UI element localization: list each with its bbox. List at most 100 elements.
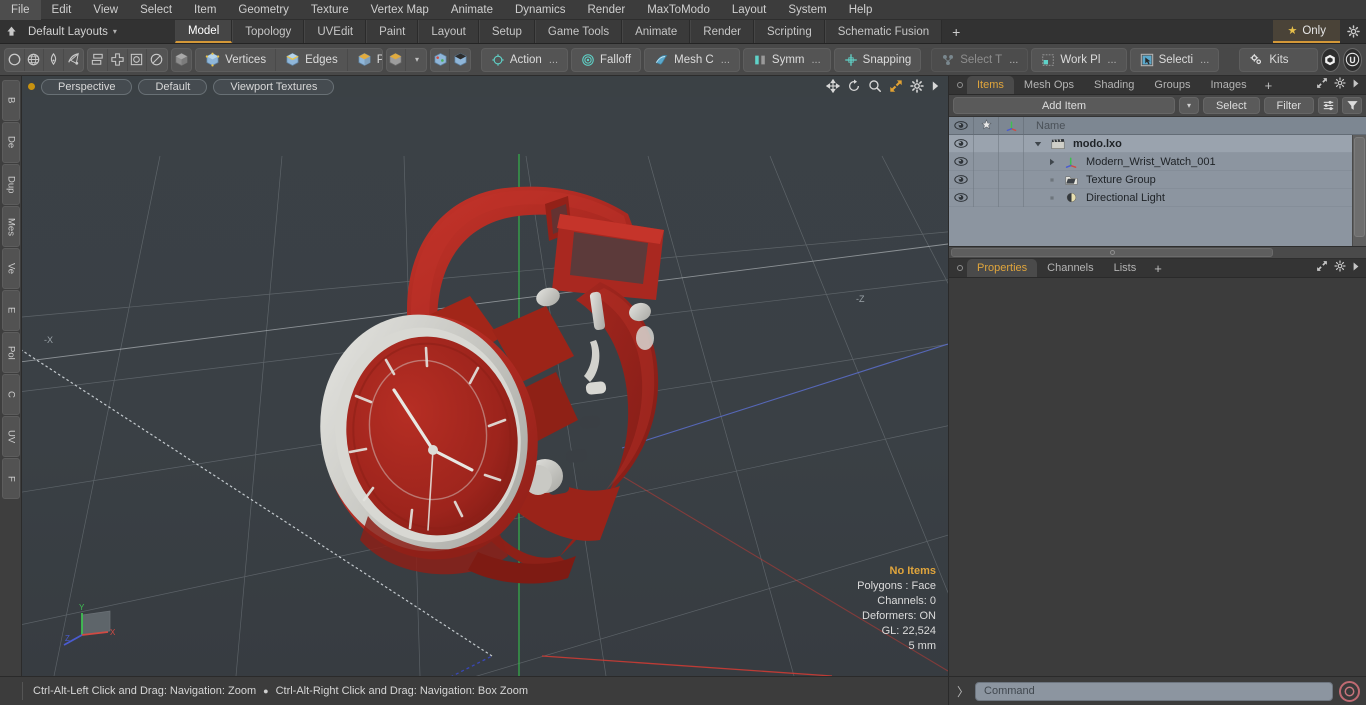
panel-tab-lists[interactable]: Lists — [1104, 259, 1147, 277]
menu-item-maxtomodo[interactable]: MaxToModo — [636, 0, 721, 20]
selection-mode-polygons[interactable]: Polygons — [347, 48, 382, 71]
menu-item-file[interactable]: File — [0, 0, 41, 20]
vertex-map-cube-icon[interactable] — [431, 48, 451, 71]
item-tree-row[interactable]: Modern_Wrist_Watch_001 — [949, 152, 1366, 171]
layout-tab-render[interactable]: Render — [690, 20, 754, 43]
item-tree[interactable]: Name modo.lxo Modern_Wrist_Watch_001 Textu… — [949, 117, 1366, 247]
layout-tab-game-tools[interactable]: Game Tools — [534, 20, 623, 43]
layout-tab-model[interactable]: Model — [174, 20, 233, 43]
viewport-more-arrow-icon[interactable] — [931, 80, 940, 92]
left-tool-tab-7[interactable]: C — [2, 374, 20, 415]
layout-tab-animate[interactable]: Animate — [622, 20, 691, 43]
item-tree-row[interactable]: Texture Group — [949, 170, 1366, 189]
gear-icon[interactable] — [1340, 20, 1366, 43]
left-tool-tab-0[interactable]: B — [2, 80, 20, 121]
select-button[interactable]: Select — [1202, 97, 1260, 114]
select-through-button[interactable]: Select T ... — [931, 47, 1029, 72]
viewport-gear-icon[interactable] — [910, 79, 924, 93]
left-tool-tab-2[interactable]: Dup — [2, 164, 20, 205]
rotate-icon[interactable] — [847, 79, 861, 93]
menu-item-layout[interactable]: Layout — [721, 0, 778, 20]
chevron-down-icon[interactable]: ▾ — [406, 49, 425, 71]
selection-set-button[interactable]: Selecti ... — [1129, 47, 1220, 72]
menu-item-help[interactable]: Help — [838, 0, 884, 20]
add-properties-tab-button[interactable]: + — [1146, 259, 1170, 277]
stack-align-icon[interactable] — [88, 48, 108, 71]
panel-tab-properties[interactable]: Properties — [967, 259, 1038, 277]
menu-item-texture[interactable]: Texture — [300, 0, 360, 20]
filter-funnel-icon[interactable] — [1342, 97, 1362, 114]
eye-visibility-icon[interactable] — [949, 170, 974, 189]
add-item-dropdown-icon[interactable]: ▾ — [1178, 97, 1199, 114]
lock-toggle-cell[interactable] — [974, 152, 999, 171]
center-cross-icon[interactable] — [108, 48, 128, 71]
properties-more-arrow-icon[interactable] — [1352, 259, 1360, 277]
expand-properties-icon[interactable] — [1316, 259, 1328, 277]
layout-tab-topology[interactable]: Topology — [232, 20, 305, 43]
properties-gear-icon[interactable] — [1334, 259, 1346, 277]
bounding-box-icon[interactable] — [128, 48, 148, 71]
chevron-right-icon[interactable] — [1046, 158, 1058, 166]
command-input[interactable]: Command — [975, 681, 1333, 701]
item-tree-horizontal-scroll-thumb[interactable] — [951, 248, 1273, 257]
menu-item-render[interactable]: Render — [576, 0, 636, 20]
list-options-icon[interactable] — [1318, 97, 1338, 114]
mesh-constraint-button[interactable]: Mesh C ... — [644, 47, 740, 72]
left-tool-tab-3[interactable]: Mes — [2, 206, 20, 247]
pen-tool-icon[interactable] — [44, 48, 64, 71]
axis-pivot-cell[interactable] — [999, 188, 1024, 207]
lock-toggle-cell[interactable] — [974, 170, 999, 189]
panel-tab-shading[interactable]: Shading — [1084, 76, 1144, 94]
axis-pivot-cell[interactable] — [999, 170, 1024, 189]
circle-slash-icon[interactable] — [147, 49, 166, 71]
left-tool-tab-1[interactable]: De — [2, 122, 20, 163]
selection-mode-vertices[interactable]: Vertices — [196, 48, 277, 71]
panel-tab-mesh-ops[interactable]: Mesh Ops — [1014, 76, 1084, 94]
expand-panel-icon[interactable] — [1316, 76, 1328, 94]
action-center-button[interactable]: Action ... — [480, 47, 568, 72]
panel-tab-items[interactable]: Items — [967, 76, 1014, 94]
home-icon[interactable] — [0, 20, 22, 43]
maximize-viewport-icon[interactable] — [889, 79, 903, 93]
menu-item-item[interactable]: Item — [183, 0, 227, 20]
add-layout-tab-button[interactable]: + — [942, 20, 971, 43]
selection-mode-edges[interactable]: Edges — [276, 48, 348, 71]
layout-tab-paint[interactable]: Paint — [366, 20, 419, 43]
layout-tab-scripting[interactable]: Scripting — [753, 20, 825, 43]
work-plane-button[interactable]: Work Pl ... — [1031, 47, 1127, 72]
axis-pivot-cell[interactable] — [999, 152, 1024, 171]
item-mode-cube-icon[interactable] — [172, 49, 192, 71]
filter-button[interactable]: Filter — [1263, 97, 1314, 114]
left-tool-tab-4[interactable]: Ve — [2, 248, 20, 289]
menu-item-geometry[interactable]: Geometry — [227, 0, 300, 20]
layout-tab-schematic-fusion[interactable]: Schematic Fusion — [824, 20, 943, 43]
modo-logo-icon[interactable] — [1320, 47, 1340, 72]
curve-tool-icon[interactable] — [64, 49, 83, 71]
item-tree-row[interactable]: modo.lxo — [949, 134, 1366, 153]
default-layouts-selector[interactable]: Default Layouts ▾ — [22, 20, 127, 43]
lock-toggle-cell[interactable] — [974, 134, 999, 153]
left-tool-tab-6[interactable]: Pol — [2, 332, 20, 373]
chevron-down-icon[interactable] — [1032, 140, 1044, 148]
left-tool-tab-9[interactable]: F — [2, 458, 20, 499]
kits-button[interactable]: Kits — [1239, 47, 1318, 72]
axis-pivot-cell[interactable] — [999, 134, 1024, 153]
eye-visibility-icon[interactable] — [949, 134, 974, 153]
falloff-button[interactable]: Falloff — [571, 47, 642, 72]
menu-item-select[interactable]: Select — [129, 0, 183, 20]
only-toggle-button[interactable]: ★ Only — [1273, 20, 1340, 43]
menu-item-dynamics[interactable]: Dynamics — [504, 0, 576, 20]
panel-tab-groups[interactable]: Groups — [1144, 76, 1200, 94]
layout-tab-layout[interactable]: Layout — [418, 20, 479, 43]
3d-viewport[interactable]: -X -Z Perspective Default Viewport Textu… — [22, 76, 948, 676]
lock-toggle-cell[interactable] — [974, 188, 999, 207]
viewport-preset[interactable]: Default — [138, 78, 208, 95]
add-panel-tab-button[interactable]: + — [1257, 76, 1281, 94]
eye-visibility-icon[interactable] — [949, 152, 974, 171]
zoom-magnifier-icon[interactable] — [868, 79, 882, 93]
menu-item-system[interactable]: System — [777, 0, 837, 20]
panel-gear-icon[interactable] — [1334, 76, 1346, 94]
item-tree-vertical-scrollbar[interactable] — [1352, 135, 1366, 246]
viewport-canvas[interactable]: -X -Z — [22, 76, 948, 676]
item-tree-horizontal-scrollbar[interactable] — [949, 247, 1366, 259]
